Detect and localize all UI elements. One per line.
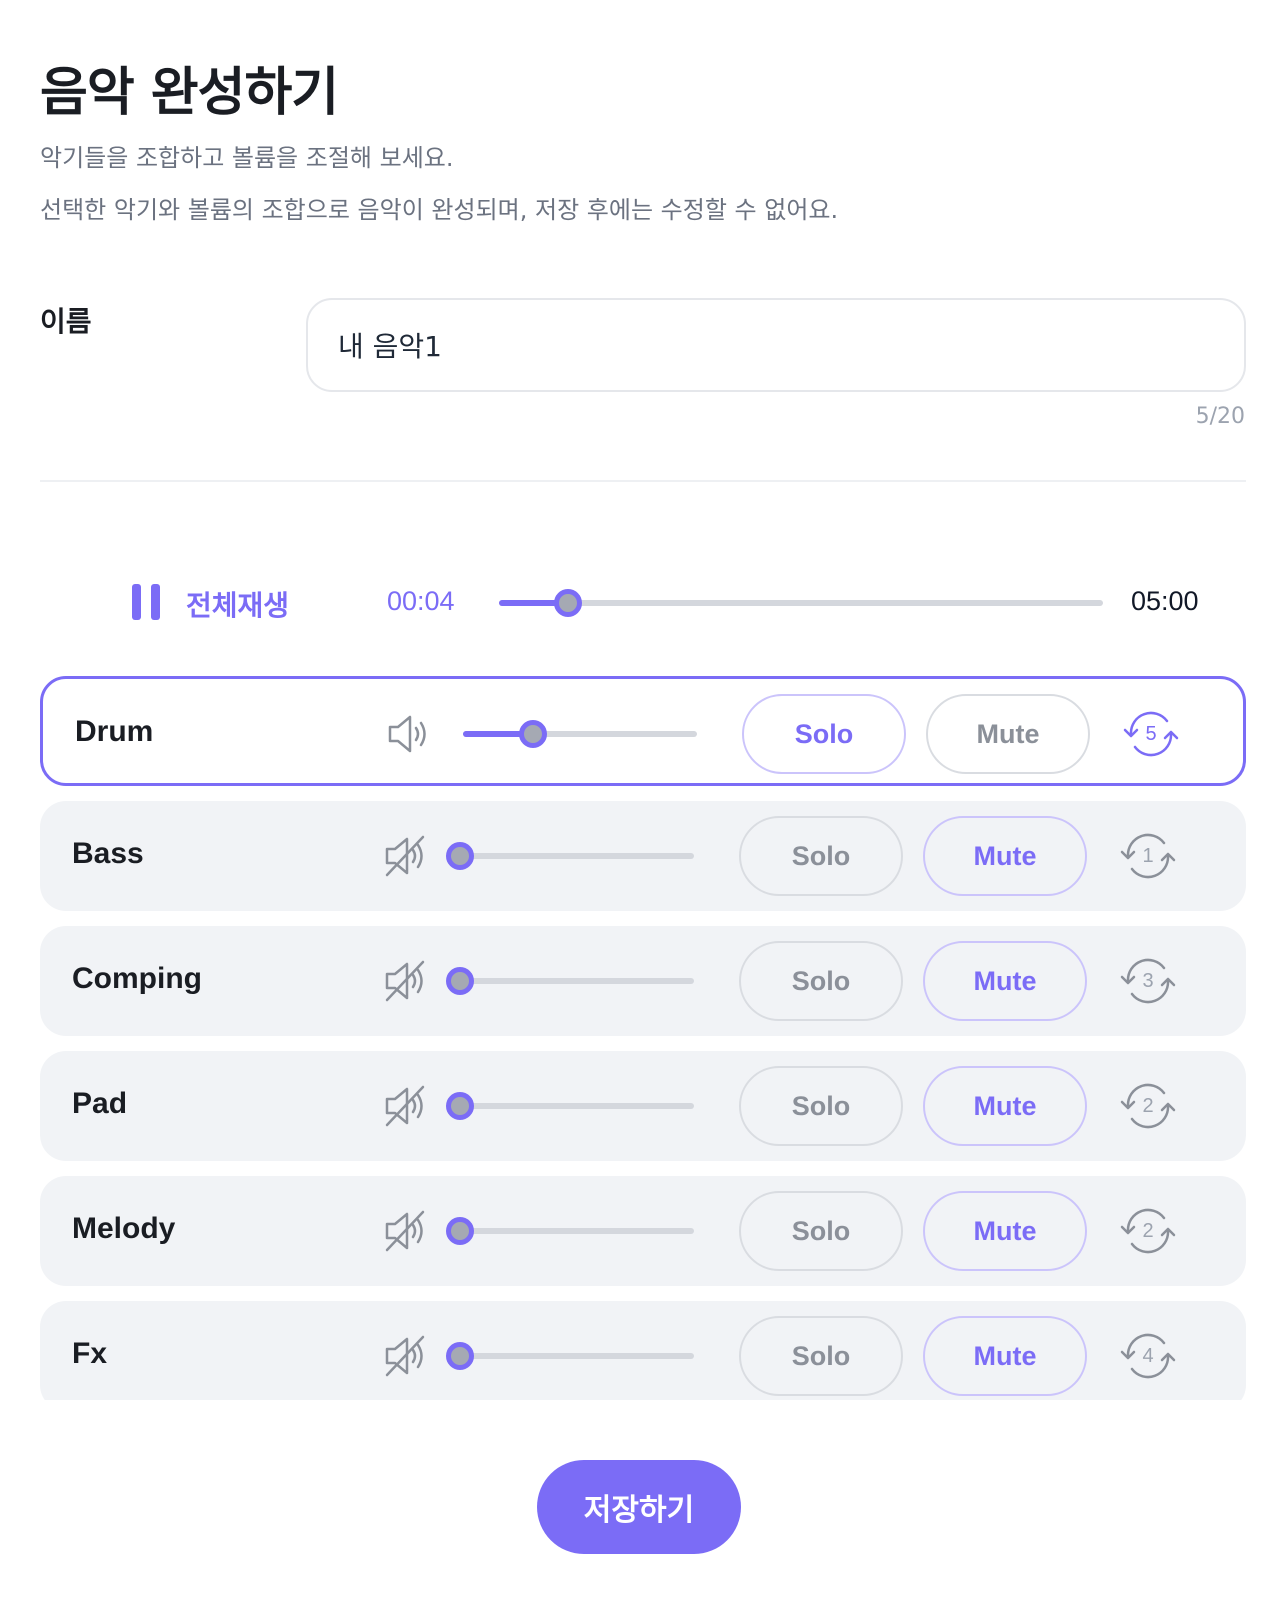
variant-number: 1 (1142, 844, 1154, 867)
speaker-muted-icon[interactable] (383, 1209, 429, 1253)
play-all-button[interactable]: 전체재생 (186, 584, 289, 624)
cycle-variant-icon[interactable]: 2 (1120, 1079, 1176, 1133)
playback-progress-slider[interactable] (499, 589, 1103, 617)
player-bar: 전체재생 00:04 05:00 (40, 570, 1246, 634)
speaker-muted-icon[interactable] (383, 834, 429, 878)
mute-button[interactable]: Mute (923, 1066, 1087, 1146)
volume-handle[interactable] (446, 1217, 474, 1245)
cycle-variant-icon[interactable]: 1 (1120, 829, 1176, 883)
solo-button[interactable]: Solo (739, 1191, 903, 1271)
page-title: 음악 완성하기 (40, 63, 339, 123)
speaker-muted-icon[interactable] (383, 1334, 429, 1378)
speaker-icon[interactable] (386, 712, 432, 756)
track-name: Pad (72, 1087, 128, 1120)
cycle-variant-icon[interactable]: 5 (1123, 707, 1179, 761)
volume-slider[interactable] (446, 967, 694, 995)
variant-number: 5 (1145, 722, 1157, 745)
volume-handle[interactable] (519, 720, 548, 748)
current-time: 00:04 (387, 586, 455, 616)
name-input[interactable] (306, 298, 1246, 392)
variant-number: 4 (1142, 1344, 1154, 1367)
track-row-pad[interactable]: Pad Solo Mute 2 (40, 1051, 1246, 1161)
speaker-muted-icon[interactable] (383, 959, 429, 1003)
variant-number: 2 (1142, 1219, 1154, 1242)
track-row-comping[interactable]: Comping Solo Mute 3 (40, 926, 1246, 1036)
track-name: Fx (72, 1337, 108, 1370)
cycle-variant-icon[interactable]: 3 (1120, 954, 1176, 1008)
page-description-1: 악기들을 조합하고 볼륨을 조절해 보세요. (40, 144, 454, 172)
volume-handle[interactable] (446, 967, 474, 995)
solo-button[interactable]: Solo (742, 694, 906, 774)
mute-button[interactable]: Mute (923, 1316, 1087, 1396)
volume-handle[interactable] (446, 842, 474, 870)
divider (40, 480, 1246, 482)
track-name: Bass (72, 837, 144, 870)
track-row-melody[interactable]: Melody Solo Mute 2 (40, 1176, 1246, 1286)
cycle-variant-icon[interactable]: 2 (1120, 1204, 1176, 1258)
page-description-2: 선택한 악기와 볼륨의 조합으로 음악이 완성되며, 저장 후에는 수정할 수 … (40, 196, 839, 224)
mute-button[interactable]: Mute (923, 941, 1087, 1021)
volume-slider[interactable] (446, 842, 694, 870)
track-row-drum[interactable]: Drum Solo Mute 5 (40, 676, 1246, 786)
pause-icon[interactable] (132, 584, 160, 620)
volume-slider[interactable] (446, 1342, 694, 1370)
mute-button[interactable]: Mute (926, 694, 1090, 774)
solo-button[interactable]: Solo (739, 941, 903, 1021)
variant-number: 2 (1142, 1094, 1154, 1117)
solo-button[interactable]: Solo (739, 1066, 903, 1146)
volume-slider[interactable] (446, 1092, 694, 1120)
name-char-counter: 5/20 (1195, 404, 1245, 429)
track-name: Comping (72, 962, 202, 995)
progress-handle[interactable] (554, 589, 583, 617)
speaker-muted-icon[interactable] (383, 1084, 429, 1128)
name-label: 이름 (40, 305, 92, 338)
volume-slider[interactable] (446, 1217, 694, 1245)
volume-handle[interactable] (446, 1342, 474, 1370)
track-row-fx[interactable]: Fx Solo Mute 4 (40, 1301, 1246, 1400)
volume-slider[interactable] (463, 720, 697, 748)
track-name: Drum (75, 715, 154, 748)
solo-button[interactable]: Solo (739, 816, 903, 896)
volume-handle[interactable] (446, 1092, 474, 1120)
track-row-bass[interactable]: Bass Solo Mute 1 (40, 801, 1246, 911)
track-name: Melody (72, 1212, 176, 1245)
mute-button[interactable]: Mute (923, 816, 1087, 896)
variant-number: 3 (1142, 969, 1154, 992)
total-time: 05:00 (1131, 586, 1199, 616)
solo-button[interactable]: Solo (739, 1316, 903, 1396)
mute-button[interactable]: Mute (923, 1191, 1087, 1271)
cycle-variant-icon[interactable]: 4 (1120, 1329, 1176, 1383)
track-list: Drum Solo Mute 5 Bass Solo Mute 1 Comping Solo Mut… (40, 676, 1246, 1400)
save-button[interactable]: 저장하기 (537, 1460, 741, 1554)
